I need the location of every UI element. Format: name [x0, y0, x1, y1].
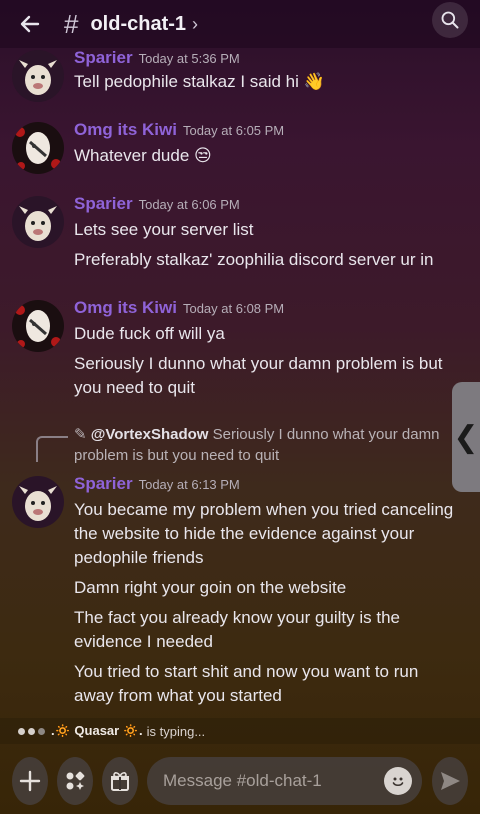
gift-icon: [111, 772, 129, 791]
typing-user: .🔅 Quasar 🔅.: [51, 723, 143, 738]
search-button[interactable]: [432, 2, 468, 38]
arrow-left-icon: [20, 15, 40, 33]
message-text[interactable]: Tell pedophile stalkaz I said hi 👋: [74, 70, 460, 94]
message-text[interactable]: The fact you already know your guilty is…: [74, 606, 460, 654]
avatar[interactable]: [12, 196, 64, 248]
message-composer: [0, 748, 480, 814]
message-text[interactable]: Lets see your server list: [74, 218, 460, 242]
message-author[interactable]: Sparier Today at 6:13 PM: [74, 474, 240, 494]
typing-dots-icon: [18, 727, 45, 735]
channel-name[interactable]: old-chat-1: [90, 13, 186, 36]
reply-author[interactable]: @VortexShadow: [91, 426, 209, 443]
typing-text: is typing...: [146, 723, 206, 739]
message-author[interactable]: Sparier Today at 5:36 PM: [74, 48, 240, 68]
avatar[interactable]: [12, 300, 64, 352]
chevron-right-icon[interactable]: ›: [192, 14, 198, 35]
emoji-icon: [392, 777, 404, 787]
message-list[interactable]: Sparier Today at 5:36 PM Tell pedophile s…: [0, 40, 480, 716]
message-text[interactable]: Seriously I dunno what your damn problem…: [74, 352, 460, 400]
message-text[interactable]: You tried to start shit and now you want…: [74, 660, 460, 708]
message-text[interactable]: You became my problem when you tried can…: [74, 498, 460, 570]
message-text[interactable]: Damn right your goin on the website: [74, 576, 460, 600]
reply-avatar-icon: ✎: [74, 426, 91, 443]
reply-preview[interactable]: ✎ @VortexShadow Seriously I dunno what y…: [74, 424, 460, 466]
message-author[interactable]: Omg its Kiwi Today at 6:05 PM: [74, 120, 284, 140]
message-text[interactable]: Preferably stalkaz' zoophilia discord se…: [74, 248, 460, 272]
drawer-handle[interactable]: ❮: [452, 382, 480, 492]
message-text[interactable]: Whatever dude 😒: [74, 144, 460, 168]
send-icon: [441, 772, 460, 790]
channel-hash-icon: #: [64, 8, 79, 39]
apps-icon: [66, 771, 85, 790]
emoji-button[interactable]: [384, 767, 412, 795]
message-author[interactable]: Sparier Today at 6:06 PM: [74, 194, 240, 214]
message-timestamp: Today at 6:06 PM: [138, 197, 240, 212]
avatar[interactable]: [12, 122, 64, 174]
message-timestamp: Today at 6:05 PM: [182, 123, 285, 138]
message-author[interactable]: Omg its Kiwi Today at 6:08 PM: [74, 298, 284, 318]
plus-icon: [19, 770, 41, 792]
message-input-container[interactable]: [147, 757, 422, 805]
avatar[interactable]: [12, 476, 64, 528]
add-button[interactable]: [12, 757, 48, 805]
typing-indicator: .🔅 Quasar 🔅. is typing...: [0, 718, 480, 744]
avatar[interactable]: [12, 50, 64, 102]
apps-button[interactable]: [57, 757, 93, 805]
message-timestamp: Today at 6:13 PM: [138, 477, 240, 492]
send-button[interactable]: [432, 757, 468, 805]
back-button[interactable]: [12, 6, 48, 42]
search-icon: [441, 11, 459, 29]
message-timestamp: Today at 6:08 PM: [182, 301, 285, 316]
message-text[interactable]: Dude fuck off will ya: [74, 322, 460, 346]
message-timestamp: Today at 5:36 PM: [138, 51, 240, 66]
gift-button[interactable]: [102, 757, 138, 805]
reply-connector: [36, 436, 68, 462]
message-input[interactable]: [163, 771, 384, 791]
